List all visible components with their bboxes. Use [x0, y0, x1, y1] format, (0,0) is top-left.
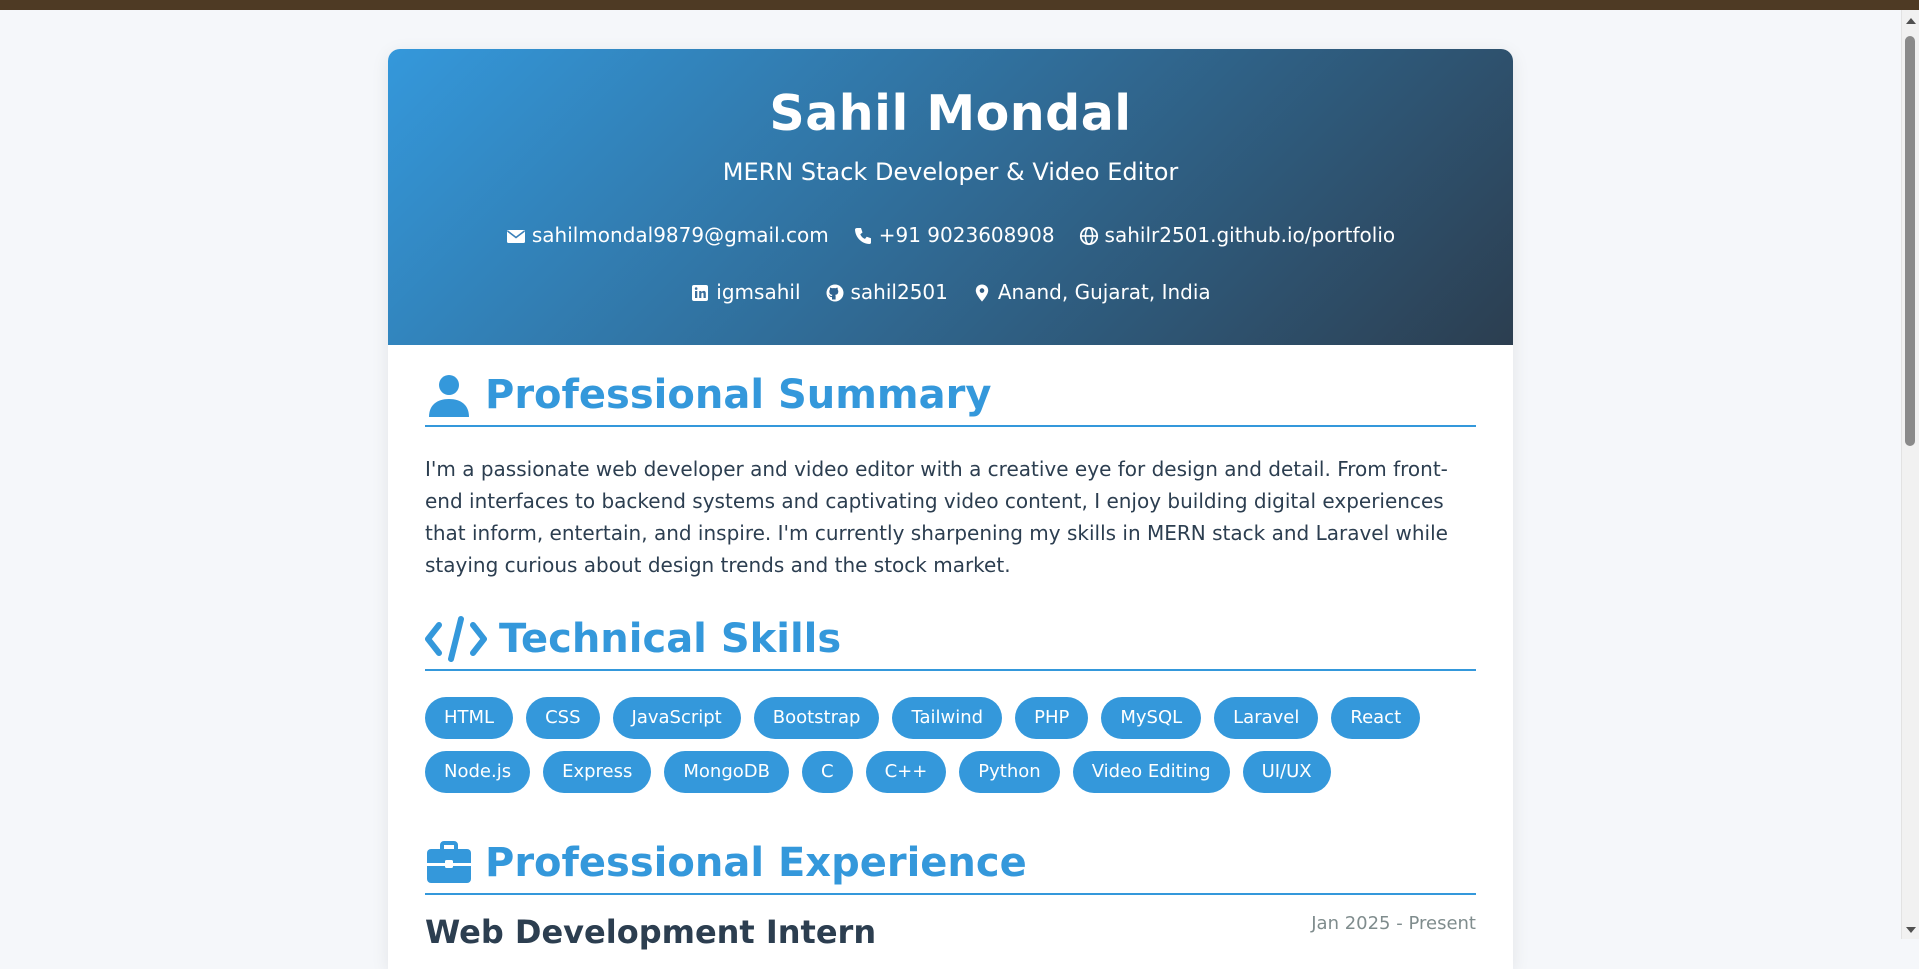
contact-github[interactable]: sahil2501 — [825, 264, 948, 321]
code-icon — [425, 615, 487, 663]
user-icon — [425, 371, 473, 419]
globe-icon — [1079, 226, 1099, 246]
contact-website[interactable]: sahilr2501.github.io/portfolio — [1079, 207, 1396, 264]
skill-tag: MySQL — [1101, 697, 1202, 739]
scroll-down-arrow-icon[interactable] — [1906, 927, 1916, 933]
job-title: MERN Stack Developer & Video Editor — [722, 158, 1179, 186]
summary-section-heading: Professional Summary — [425, 371, 1476, 427]
briefcase-icon — [425, 839, 473, 887]
scroll-up-arrow-icon[interactable] — [1906, 18, 1916, 24]
contact-list: sahilmondal9879@gmail.com +91 9023608908… — [388, 207, 1513, 321]
skill-tag: C++ — [865, 751, 947, 793]
skills-heading-text: Technical Skills — [499, 616, 842, 662]
experience-date: Jan 2025 - Present — [1311, 913, 1476, 934]
experience-role: Web Development Intern — [425, 913, 877, 951]
contact-email[interactable]: sahilmondal9879@gmail.com — [506, 207, 829, 264]
contact-website-text: sahilr2501.github.io/portfolio — [1104, 223, 1396, 247]
skill-tag: PHP — [1015, 697, 1089, 739]
skills-section-heading: Technical Skills — [425, 615, 1476, 671]
phone-icon — [853, 226, 873, 246]
skill-tag: React — [1331, 697, 1421, 739]
skill-tag: Bootstrap — [753, 697, 880, 739]
contact-phone[interactable]: +91 9023608908 — [853, 207, 1055, 264]
skill-tag: HTML — [425, 697, 514, 739]
skill-tag: Express — [543, 751, 652, 793]
contact-github-text: sahil2501 — [850, 280, 948, 304]
skill-tag: Tailwind — [892, 697, 1003, 739]
scrollbar-thumb[interactable] — [1905, 36, 1915, 446]
contact-phone-text: +91 9023608908 — [878, 223, 1055, 247]
skill-tag: MongoDB — [664, 751, 789, 793]
github-icon — [825, 283, 845, 303]
contact-linkedin[interactable]: igmsahil — [690, 264, 801, 321]
resume-body: Professional Summary I'm a passionate we… — [388, 345, 1513, 951]
contact-location-text: Anand, Gujarat, India — [997, 280, 1211, 304]
experience-entry: Web Development Intern Jan 2025 - Presen… — [425, 913, 1476, 951]
summary-heading-text: Professional Summary — [485, 372, 992, 418]
contact-linkedin-text: igmsahil — [716, 280, 801, 304]
skill-tag: UI/UX — [1242, 751, 1331, 793]
experience-heading-text: Professional Experience — [485, 840, 1027, 886]
skill-tag: CSS — [526, 697, 600, 739]
skill-tag: Node.js — [425, 751, 531, 793]
resume-header: Sahil Mondal MERN Stack Developer & Vide… — [388, 49, 1513, 345]
map-marker-icon — [972, 283, 992, 303]
skill-tag: Laravel — [1214, 697, 1319, 739]
resume-card: Sahil Mondal MERN Stack Developer & Vide… — [388, 49, 1513, 969]
person-name: Sahil Mondal — [769, 85, 1132, 142]
skill-tag: C — [801, 751, 853, 793]
linkedin-icon — [690, 283, 710, 303]
skill-tag: Video Editing — [1072, 751, 1230, 793]
envelope-icon — [506, 226, 526, 246]
skill-tag: JavaScript — [612, 697, 741, 739]
skills-list: HTML CSS JavaScript Bootstrap Tailwind P… — [425, 697, 1476, 805]
experience-section-heading: Professional Experience — [425, 839, 1476, 895]
browser-top-bar — [0, 0, 1919, 10]
contact-email-text: sahilmondal9879@gmail.com — [531, 223, 829, 247]
summary-text: I'm a passionate web developer and video… — [425, 457, 1448, 577]
skill-tag: Python — [959, 751, 1060, 793]
page-scrollbar[interactable] — [1901, 10, 1919, 939]
contact-location: Anand, Gujarat, India — [972, 264, 1211, 321]
